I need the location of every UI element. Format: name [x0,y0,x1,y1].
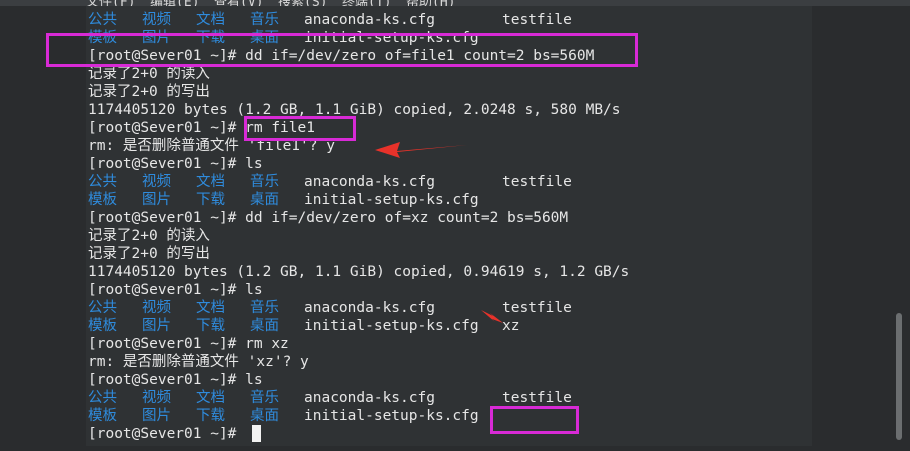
command-text: [root@Sever01 ~]# ls [88,156,263,172]
file-name: initial-setup-ks.cfg [304,192,479,208]
output-text: rm: 是否删除普通文件 'xz'? y [88,354,309,370]
directory-name: 模板 [88,192,117,208]
directory-name: 公共 [88,390,117,406]
file-name: anaconda-ks.cfg [304,300,435,316]
directory-name: 图片 [142,318,171,334]
directory-name: 文档 [196,390,225,406]
directory-name: 视频 [142,390,171,406]
command-text: [root@Sever01 ~]# ls [88,372,263,388]
file-name: xz [502,318,520,334]
directory-name: 公共 [88,300,117,316]
file-name: initial-setup-ks.cfg [304,408,479,424]
directory-name: 公共 [88,12,117,28]
directory-name: 音乐 [250,390,279,406]
directory-name: 模板 [88,318,117,334]
directory-name: 音乐 [250,300,279,316]
annotation-box-dd-file1-command [46,33,638,67]
terminal-output[interactable]: 公共 视频 文档 音乐 anaconda-ks.cfg testfile 模板 图片 下载 桌面 i… [86,6,812,446]
file-name: anaconda-ks.cfg [304,12,435,28]
output-line: 记录了2+0 的写出 [88,245,210,263]
file-name: testfile [502,390,572,406]
terminal-cursor [252,425,261,442]
output-line: 记录了2+0 的读入 [88,65,210,83]
directory-name: 下载 [196,318,225,334]
directory-name: 视频 [142,12,171,28]
command-text: [root@Sever01 ~]# dd if=/dev/zero of=xz … [88,210,569,226]
file-name: testfile [502,300,572,316]
directory-name: 下载 [196,192,225,208]
directory-name: 公共 [88,174,117,190]
directory-name: 文档 [196,300,225,316]
prompt-line: [root@Sever01 ~]# dd if=/dev/zero of=xz … [88,209,568,227]
file-name: initial-setup-ks.cfg [304,318,479,334]
directory-name: 模板 [88,408,117,424]
directory-name: 音乐 [250,12,279,28]
annotation-box-missing-xz [490,406,579,434]
directory-name: 音乐 [250,174,279,190]
terminal-scrollbar[interactable] [896,0,902,446]
directory-name: 桌面 [250,192,279,208]
directory-name: 视频 [142,174,171,190]
file-name: anaconda-ks.cfg [304,390,435,406]
output-text: 记录了2+0 的写出 [88,84,210,100]
directory-name: 文档 [196,174,225,190]
output-text: 记录了2+0 的写出 [88,246,210,262]
output-line: 记录了2+0 的写出 [88,83,210,101]
directory-name: 视频 [142,300,171,316]
directory-name: 桌面 [250,408,279,424]
directory-name: 文档 [196,12,225,28]
file-name: testfile [502,12,572,28]
file-name: anaconda-ks.cfg [304,174,435,190]
directory-name: 桌面 [250,318,279,334]
prompt-line: [root@Sever01 ~]# [88,425,261,443]
command-text: [root@Sever01 ~]# [88,426,246,442]
output-text: 记录了2+0 的读入 [88,66,210,82]
command-text: [root@Sever01 ~]# ls [88,282,263,298]
output-line: rm: 是否删除普通文件 'xz'? y [88,353,309,371]
annotation-box-rm-file1 [244,116,356,141]
output-line: 1174405120 bytes (1.2 GB, 1.1 GiB) copie… [88,263,629,281]
directory-name: 下载 [196,408,225,424]
output-text: 记录了2+0 的读入 [88,228,210,244]
command-text: [root@Sever01 ~]# rm xz [88,336,289,352]
output-text: 1174405120 bytes (1.2 GB, 1.1 GiB) copie… [88,264,630,280]
file-name: testfile [502,174,572,190]
directory-name: 图片 [142,408,171,424]
prompt-line: [root@Sever01 ~]# ls [88,281,263,299]
prompt-line: [root@Sever01 ~]# ls [88,371,263,389]
directory-name: 图片 [142,192,171,208]
output-line: 记录了2+0 的读入 [88,227,210,245]
scrollbar-thumb[interactable] [896,313,902,440]
prompt-line: [root@Sever01 ~]# ls [88,155,263,173]
prompt-line: [root@Sever01 ~]# rm xz [88,335,289,353]
